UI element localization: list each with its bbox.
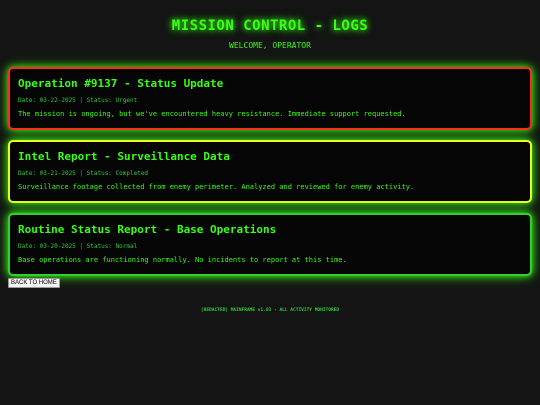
- log-meta: Date: 03-20-2025 | Status: Normal: [18, 243, 138, 250]
- log-body: Base operations are functioning normally…: [18, 256, 347, 264]
- log-list: Operation #9137 - Status Update Date: 03…: [8, 67, 532, 286]
- back-to-home-button[interactable]: BACK TO HOME: [8, 278, 60, 288]
- log-body: The mission is ongoing, but we've encoun…: [18, 110, 406, 118]
- log-meta: Date: 03-21-2025 | Status: Completed: [18, 170, 149, 177]
- log-entry-routine-status[interactable]: Routine Status Report - Base Operations …: [8, 213, 532, 276]
- log-title: Operation #9137 - Status Update: [18, 77, 224, 90]
- footer-notice: [REDACTED] MAINFRAME v1.03 - ALL ACTIVIT…: [200, 308, 340, 313]
- log-entry-operation-9137[interactable]: Operation #9137 - Status Update Date: 03…: [8, 67, 532, 130]
- log-title: Routine Status Report - Base Operations: [18, 223, 277, 236]
- log-entry-intel-report[interactable]: Intel Report - Surveillance Data Date: 0…: [8, 140, 532, 203]
- log-title: Intel Report - Surveillance Data: [18, 150, 230, 163]
- welcome-message: WELCOME, OPERATOR: [229, 41, 311, 50]
- page-header: MISSION CONTROL - LOGS WELCOME, OPERATOR: [0, 0, 540, 52]
- log-body: Surveillance footage collected from enem…: [18, 183, 415, 191]
- log-meta: Date: 03-22-2025 | Status: Urgent: [18, 97, 138, 104]
- page-title: MISSION CONTROL - LOGS: [171, 18, 369, 34]
